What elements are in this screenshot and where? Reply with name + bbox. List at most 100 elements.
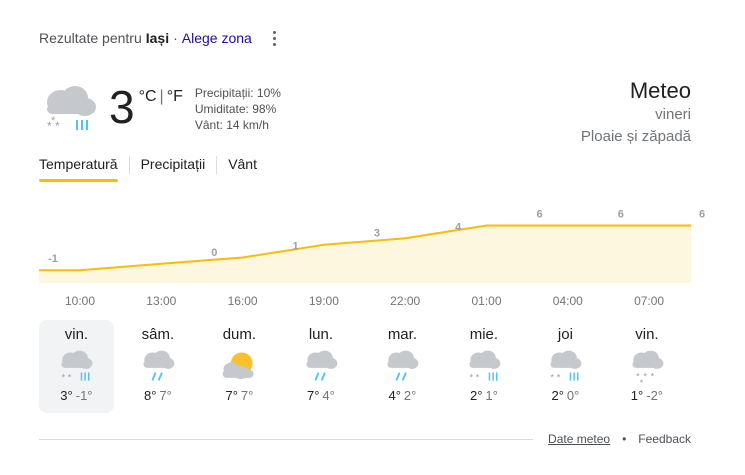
day-temperatures: 8° 7°: [121, 388, 196, 403]
chart-data-label: 4: [455, 221, 462, 233]
day-low: 0°: [566, 388, 580, 403]
svg-text:*: *: [551, 373, 555, 383]
day-high: 8°: [143, 388, 157, 403]
day-high: 7°: [225, 388, 238, 403]
footer-bullet: •: [622, 432, 627, 446]
cloud-rain-snow-icon: * * *: [47, 86, 96, 133]
weather-summary: Meteo vineri Ploaie și zăpadă: [581, 78, 691, 148]
day-high: 7°: [306, 388, 320, 403]
tab-divider: [216, 156, 218, 174]
day-card[interactable]: mie. * * 2° 1°: [447, 320, 522, 413]
day-high: 4°: [388, 388, 401, 403]
day-name: dum.: [222, 326, 257, 343]
day-low: 7°: [240, 388, 254, 403]
unit-toggle: °C | °F: [139, 88, 183, 106]
change-zone-link[interactable]: Alege zona: [182, 30, 252, 46]
chart-x-tick-label: 10:00: [65, 294, 95, 308]
cloud-snow-icon: [387, 350, 419, 381]
day-name: vin.: [635, 326, 659, 343]
cloud-snow-icon: [143, 350, 175, 381]
day-temperatures: 2° 0°: [528, 388, 603, 403]
chart-data-label: -1: [48, 253, 58, 265]
cloud-snow-flakes-icon: * * **: [632, 350, 664, 387]
weather-title: Meteo: [629, 78, 691, 103]
day-card[interactable]: vin. * * 3° -1°: [39, 320, 114, 413]
day-temperatures: 1° -2°: [610, 388, 685, 403]
day-low: 7°: [159, 388, 172, 403]
day-card[interactable]: joi * * 2° 0°: [528, 320, 603, 413]
svg-text:*: *: [640, 378, 644, 387]
day-low: -2°: [646, 388, 663, 403]
temperature-chart-svg: -1 10:00 0 13:00 1 16:00 3 19:00 4 22:00 6 01:00 6 04…: [39, 209, 705, 308]
day-low: 4°: [322, 388, 335, 403]
unit-separator: |: [159, 88, 164, 105]
svg-text:*: *: [51, 115, 56, 127]
svg-text:*: *: [469, 373, 473, 383]
cloud-rain-snow-icon: * *: [469, 350, 501, 383]
svg-text:*: *: [68, 373, 72, 383]
day-name: mie.: [469, 326, 499, 343]
more-vert-icon[interactable]: [266, 29, 282, 47]
day-name: joi: [557, 326, 573, 343]
current-temperature: 3: [109, 81, 135, 133]
chart-data-label: 6: [618, 209, 624, 221]
day-card[interactable]: sâm. 8° 7°: [121, 320, 196, 413]
humidity-value: Umiditate: 98%: [194, 102, 277, 116]
results-prefix: Rezultate pentru: [39, 30, 142, 46]
temperature-chart: -1 10:00 0 13:00 1 16:00 3 19:00 4 22:00 6 01:00 6 04…: [0, 180, 745, 310]
svg-text:*: *: [651, 372, 655, 382]
tab-temperature[interactable]: Temperatură: [39, 156, 118, 182]
day-card[interactable]: dum. 7° 7°: [202, 320, 277, 413]
cloud-rain-snow-icon: * *: [61, 350, 93, 383]
svg-text:*: *: [62, 373, 66, 383]
chart-x-tick-label: 22:00: [390, 294, 420, 308]
svg-text:*: *: [55, 119, 60, 133]
chart-data-label: 1: [293, 240, 299, 252]
day-high: 2°: [551, 388, 564, 403]
day-high: 2°: [469, 388, 483, 403]
day-name: sâm.: [141, 326, 175, 343]
chart-x-tick-label: 16:00: [228, 294, 258, 308]
chart-x-tick-label: 01:00: [471, 294, 501, 308]
day-name: lun.: [308, 326, 333, 343]
day-temperatures: 3° -1°: [39, 388, 114, 403]
current-weather: * * * 3 °C | °F Precipitații: 10% Umidit…: [39, 80, 281, 140]
day-card[interactable]: lun. 7° 4°: [284, 320, 359, 413]
day-low: 1°: [485, 388, 498, 403]
day-low: -1°: [75, 388, 93, 403]
weather-condition: Ploaie și zăpadă: [580, 128, 691, 145]
weather-data-link[interactable]: Date meteo: [548, 432, 610, 446]
day-temperatures: 2° 1°: [447, 388, 522, 403]
footer-divider: [39, 439, 533, 440]
cloud-snow-icon: [306, 350, 338, 381]
weather-day: vineri: [655, 106, 691, 123]
feedback-link[interactable]: Feedback: [638, 432, 691, 446]
weather-details: Precipitații: 10% Umiditate: 98% Vânt: 1…: [195, 85, 281, 133]
tab-precipitation[interactable]: Precipitații: [141, 156, 206, 182]
chart-area-fill: [39, 225, 691, 283]
location-name: Iași: [145, 30, 170, 46]
chart-tabs: Temperatură Precipitații Vânt: [39, 156, 257, 182]
day-high: 1°: [630, 388, 644, 403]
chart-data-label: 6: [699, 209, 705, 221]
chart-data-label: 6: [536, 209, 542, 221]
search-context: Rezultate pentru Iași · Alege zona: [39, 30, 252, 46]
svg-text:*: *: [643, 372, 647, 382]
tab-wind[interactable]: Vânt: [228, 156, 257, 182]
chart-data-label: 3: [374, 228, 380, 240]
day-name: vin.: [64, 326, 89, 343]
chart-x-tick-label: 13:00: [146, 294, 176, 308]
day-low: 2°: [403, 388, 417, 403]
precipitation-value: Precipitații: 10%: [194, 86, 281, 100]
day-card[interactable]: mar. 4° 2°: [365, 320, 440, 413]
partly-cloudy-icon: [223, 352, 254, 379]
chart-data-label: 0: [211, 247, 217, 259]
separator-dot: ·: [173, 30, 178, 46]
fahrenheit-toggle[interactable]: °F: [167, 88, 183, 106]
day-temperatures: 7° 4°: [284, 388, 359, 403]
chart-x-tick-label: 04:00: [553, 294, 583, 308]
day-name: mar.: [387, 326, 417, 343]
day-card[interactable]: vin. * * * * 1° -2°: [610, 320, 685, 413]
celsius-toggle[interactable]: °C: [139, 88, 157, 106]
tab-divider: [128, 156, 130, 174]
